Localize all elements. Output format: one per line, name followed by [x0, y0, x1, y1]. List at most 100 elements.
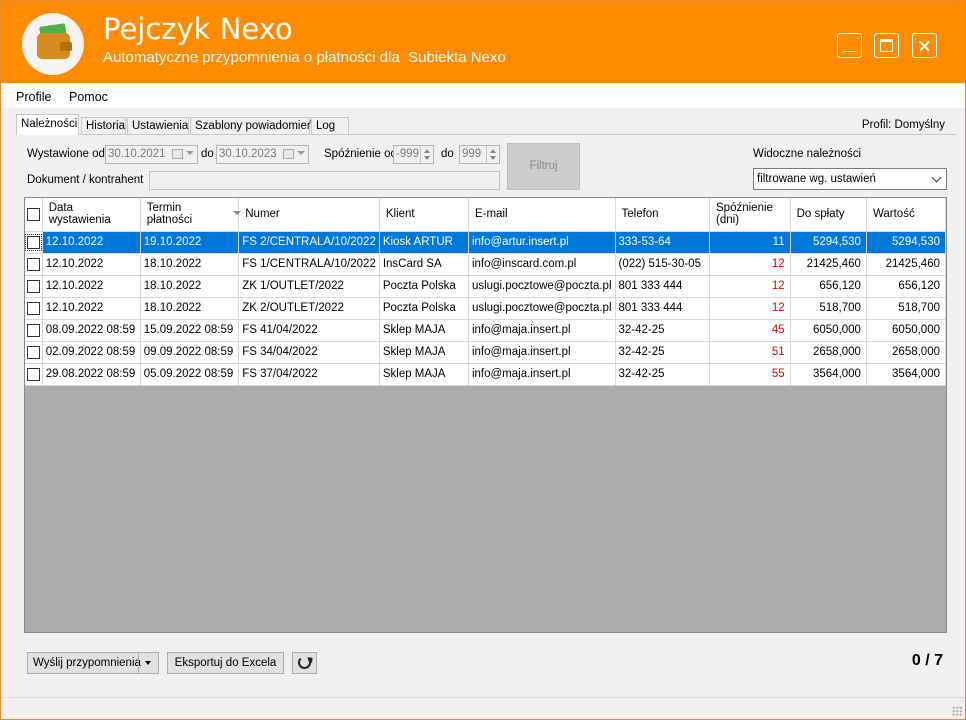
table-row[interactable]: 12.10.2022 19.10.2022 FS 2/CENTRALA/10/202…	[25, 231, 946, 254]
close-icon[interactable]	[912, 33, 937, 58]
table-row[interactable]: 29.08.2022 08:59 05.09.2022 08:59 FS 37/04…	[25, 363, 946, 386]
wallet-logo-icon	[22, 13, 84, 75]
col-value[interactable]: Wartość	[866, 198, 946, 232]
chevron-down-icon	[186, 151, 194, 155]
tab-settings[interactable]: Ustawienia	[127, 117, 189, 135]
table-row[interactable]: 12.10.2022 18.10.2022 FS 1/CENTRALA/10/202…	[25, 253, 946, 276]
col-to-pay[interactable]: Do spłaty	[790, 198, 867, 232]
menu-profile[interactable]: Profile	[16, 90, 51, 104]
col-email[interactable]: E-mail	[468, 198, 616, 232]
cell-value: 656,120	[866, 275, 946, 298]
active-profile-label: Profil: Domyślny	[861, 119, 945, 131]
issued-to-date[interactable]: 30.10.2023	[216, 145, 309, 164]
cell-issue-date: 12.10.2022	[42, 275, 141, 298]
refresh-button[interactable]	[292, 652, 317, 674]
status-bar	[1, 697, 965, 719]
table-row[interactable]: 08.09.2022 08:59 15.09.2022 08:59 FS 41/04…	[25, 319, 946, 342]
row-checkbox[interactable]	[25, 319, 43, 342]
resize-grip-icon[interactable]	[952, 706, 962, 716]
delay-to-label: do	[441, 148, 454, 160]
cell-number: FS 37/04/2022	[238, 363, 380, 386]
cell-phone: 32-42-25	[615, 341, 711, 364]
delay-from-stepper[interactable]: -999	[393, 145, 434, 164]
refresh-icon	[298, 656, 311, 669]
receivables-grid[interactable]: Data wystawienia Termin płatności Numer Kl…	[24, 197, 947, 633]
chevron-down-icon	[931, 172, 942, 183]
receivables-table: Data wystawienia Termin płatności Numer Kl…	[25, 198, 946, 386]
cell-phone: 32-42-25	[615, 363, 711, 386]
cell-delay: 12	[709, 275, 791, 298]
col-client[interactable]: Klient	[379, 198, 469, 232]
selection-counter: 0 / 7	[911, 652, 943, 669]
minimize-icon[interactable]	[837, 33, 862, 58]
tab-receivables[interactable]: Należności	[16, 114, 79, 135]
cell-delay: 45	[709, 319, 791, 342]
visible-receivables-select[interactable]: filtrowane wg. ustawień	[753, 168, 947, 190]
row-checkbox[interactable]	[25, 363, 43, 386]
cell-email: info@maja.insert.pl	[468, 341, 616, 364]
cell-phone: 801 333 444	[615, 275, 711, 298]
export-excel-button[interactable]: Eksportuj do Excela	[167, 652, 284, 674]
cell-number: FS 34/04/2022	[238, 341, 380, 364]
cell-value: 518,700	[866, 297, 946, 320]
col-phone[interactable]: Telefon	[615, 198, 711, 232]
row-checkbox[interactable]	[25, 253, 43, 276]
cell-issue-date: 12.10.2022	[42, 297, 141, 320]
document-contractor-label: Dokument / kontrahent	[27, 174, 144, 186]
cell-number: ZK 1/OUTLET/2022	[238, 275, 380, 298]
app-window: Pejczyk Nexo Automatyczne przypomnienia …	[0, 0, 966, 720]
tab-log[interactable]: Log	[311, 117, 349, 135]
cell-email: info@maja.insert.pl	[468, 319, 616, 342]
cell-delay: 55	[709, 363, 791, 386]
table-row[interactable]: 12.10.2022 18.10.2022 ZK 2/OUTLET/2022 Pocz…	[25, 297, 946, 320]
app-subtitle: Automatyczne przypomnienia o płatności d…	[103, 49, 506, 66]
cell-issue-date: 29.08.2022 08:59	[42, 363, 141, 386]
menu-help[interactable]: Pomoc	[69, 90, 108, 104]
tab-history[interactable]: Historia	[81, 117, 126, 135]
cell-to-pay: 2658,000	[790, 341, 867, 364]
issued-to-label: do	[201, 148, 214, 160]
col-due-date[interactable]: Termin płatności	[140, 198, 240, 232]
sort-descending-icon	[233, 211, 241, 215]
cell-client: InsCard SA	[379, 253, 469, 276]
maximize-icon[interactable]	[874, 33, 899, 58]
col-delay[interactable]: Spóźnienie (dni)	[709, 198, 791, 232]
send-reminders-button[interactable]: Wyślij przypomnienia	[27, 652, 159, 674]
table-header-row: Data wystawienia Termin płatności Numer Kl…	[25, 198, 946, 232]
cell-value: 3564,000	[866, 363, 946, 386]
row-checkbox[interactable]	[25, 231, 43, 254]
cell-due-date: 19.10.2022	[140, 231, 240, 254]
cell-client: Sklep MAJA	[379, 319, 469, 342]
row-checkbox[interactable]	[25, 297, 43, 320]
cell-to-pay: 5294,530	[790, 231, 867, 254]
cell-delay: 12	[709, 253, 791, 276]
delay-to-stepper[interactable]: 999	[459, 145, 500, 164]
filter-button[interactable]: Filtruj	[507, 143, 580, 190]
dropdown-arrow-icon[interactable]	[138, 653, 158, 673]
issued-from-label: Wystawione od	[27, 148, 105, 160]
row-checkbox[interactable]	[25, 275, 43, 298]
table-row[interactable]: 12.10.2022 18.10.2022 ZK 1/OUTLET/2022 Pocz…	[25, 275, 946, 298]
col-issue-date[interactable]: Data wystawienia	[42, 198, 141, 232]
cell-due-date: 15.09.2022 08:59	[140, 319, 240, 342]
cell-due-date: 18.10.2022	[140, 253, 240, 276]
tab-notification-templates[interactable]: Szablony powiadomień	[190, 117, 313, 135]
cell-client: Kiosk ARTUR	[379, 231, 469, 254]
cell-due-date: 05.09.2022 08:59	[140, 363, 240, 386]
issued-from-date[interactable]: 30.10.2021	[105, 145, 198, 164]
cell-issue-date: 02.09.2022 08:59	[42, 341, 141, 364]
cell-delay: 11	[709, 231, 791, 254]
cell-value: 6050,000	[866, 319, 946, 342]
cell-value: 2658,000	[866, 341, 946, 364]
row-checkbox[interactable]	[25, 341, 43, 364]
cell-email: uslugi.pocztowe@poczta.pl	[468, 297, 616, 320]
col-number[interactable]: Numer	[238, 198, 380, 232]
menu-bar: Profile Pomoc	[1, 84, 965, 108]
cell-value: 5294,530	[866, 231, 946, 254]
select-all-checkbox[interactable]	[25, 198, 43, 232]
document-contractor-input[interactable]	[149, 171, 500, 190]
cell-to-pay: 3564,000	[790, 363, 867, 386]
cell-email: info@inscard.com.pl	[468, 253, 616, 276]
cell-to-pay: 518,700	[790, 297, 867, 320]
table-row[interactable]: 02.09.2022 08:59 09.09.2022 08:59 FS 34/04…	[25, 341, 946, 364]
